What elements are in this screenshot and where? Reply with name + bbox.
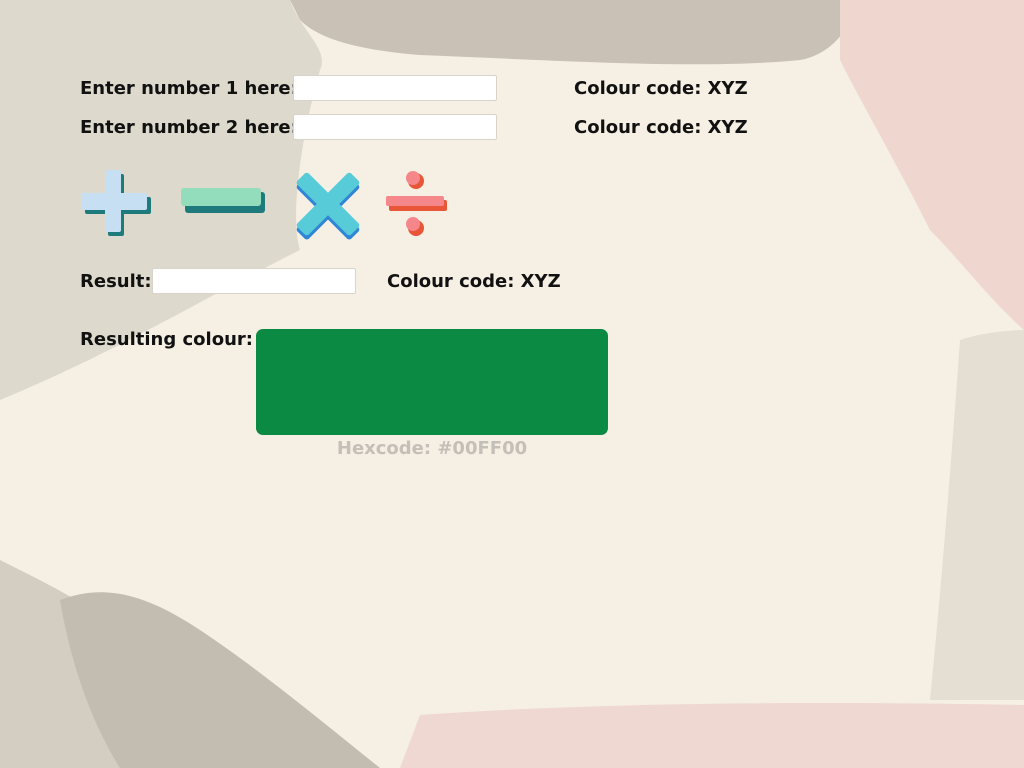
result-label: Result: bbox=[80, 271, 152, 292]
colour-calculator: Enter number 1 here: Colour code: XYZ En… bbox=[0, 0, 1024, 768]
resulting-colour-swatch bbox=[256, 329, 608, 435]
number2-colour-code: Colour code: XYZ bbox=[574, 117, 748, 138]
resulting-colour-label: Resulting colour: bbox=[80, 329, 253, 350]
multiply-icon bbox=[296, 172, 360, 240]
hexcode-text: Hexcode: #00FF00 bbox=[336, 438, 528, 459]
number1-colour-code: Colour code: XYZ bbox=[574, 78, 748, 99]
number1-input[interactable] bbox=[293, 75, 497, 101]
subtract-button[interactable] bbox=[178, 164, 268, 240]
result-colour-code: Colour code: XYZ bbox=[387, 271, 561, 292]
add-button[interactable] bbox=[76, 164, 156, 240]
number2-label: Enter number 2 here: bbox=[80, 117, 298, 138]
number1-label: Enter number 1 here: bbox=[80, 78, 298, 99]
minus-icon bbox=[181, 188, 265, 213]
multiply-button[interactable] bbox=[288, 164, 368, 240]
divide-icon bbox=[386, 171, 447, 236]
number2-input[interactable] bbox=[293, 114, 497, 140]
result-output[interactable] bbox=[152, 268, 356, 294]
divide-button[interactable] bbox=[380, 164, 450, 240]
plus-icon bbox=[81, 170, 151, 236]
